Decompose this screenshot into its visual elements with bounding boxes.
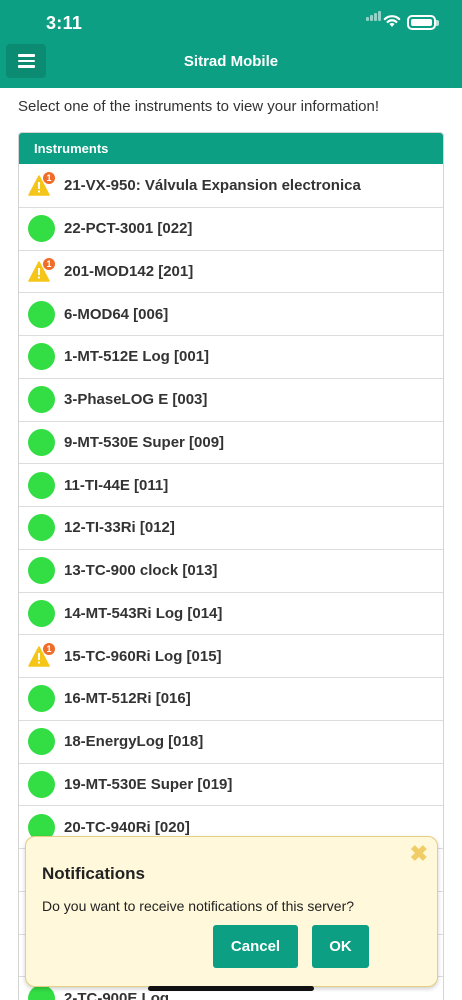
instrument-label: 21-VX-950: Válvula Expansion electronica xyxy=(64,176,361,194)
instrument-label: 14-MT-543Ri Log [014] xyxy=(64,604,223,622)
status-time: 3:11 xyxy=(46,13,83,33)
instructions-text: Select one of the instruments to view yo… xyxy=(18,98,380,115)
instrument-row[interactable]: 22-PCT-3001 [022] xyxy=(19,206,443,250)
instrument-row[interactable]: 9-MT-530E Super [009] xyxy=(19,420,443,464)
status-ok-icon xyxy=(28,428,55,456)
instrument-label: 13-TC-900 clock [013] xyxy=(64,562,218,580)
ok-button[interactable]: OK xyxy=(312,925,369,968)
notifications-dialog: ✖ Notifications Do you want to receive n… xyxy=(25,836,438,987)
instrument-row[interactable]: 14-MT-543Ri Log [014] xyxy=(19,591,443,635)
instrument-label: 11-TI-44E [011] xyxy=(64,476,169,494)
close-icon[interactable]: ✖ xyxy=(410,843,428,865)
alert-count-badge: 1 xyxy=(43,171,55,184)
instrument-row[interactable]: 3-PhaseLOG E [003] xyxy=(19,377,443,421)
instrument-label: 2-TC-900E Log xyxy=(64,989,170,1000)
status-ok-icon xyxy=(28,343,55,371)
instrument-label: 6-MOD64 [006] xyxy=(64,305,169,323)
instrument-row[interactable]: 1-MT-512E Log [001] xyxy=(19,335,443,378)
instrument-row[interactable]: 6-MOD64 [006] xyxy=(19,292,443,335)
status-ok-icon xyxy=(28,770,55,798)
status-ok-icon xyxy=(28,386,55,414)
instrument-label: 16-MT-512Ri [016] xyxy=(64,690,191,708)
status-ok-icon xyxy=(28,599,55,627)
warning-icon: 1 xyxy=(28,642,55,670)
battery-icon xyxy=(407,15,439,30)
home-indicator[interactable] xyxy=(148,986,314,991)
instrument-label: 1-MT-512E Log [001] xyxy=(64,348,210,366)
app-header: 3:11 Sitrad Mobile xyxy=(0,0,462,88)
instrument-row[interactable]: 13-TC-900 clock [013] xyxy=(19,548,443,592)
dialog-message: Do you want to receive notifications of … xyxy=(42,898,355,914)
warning-icon: 1 xyxy=(28,171,55,199)
instrument-row[interactable]: 19-MT-530E Super [019] xyxy=(19,762,443,806)
instrument-label: 19-MT-530E Super [019] xyxy=(64,775,233,793)
status-ok-icon xyxy=(28,471,55,499)
instrument-label: 12-TI-33Ri [012] xyxy=(64,519,175,537)
page-title: Sitrad Mobile xyxy=(183,53,279,70)
instrument-label: 9-MT-530E Super [009] xyxy=(64,433,225,451)
dialog-title: Notifications xyxy=(42,864,145,883)
instrument-row[interactable]: 1 15-TC-960Ri Log [015] xyxy=(19,634,443,677)
status-ok-icon xyxy=(28,728,55,756)
status-bar: 3:11 xyxy=(0,0,462,44)
instrument-label: 22-PCT-3001 [022] xyxy=(64,220,193,238)
instrument-row[interactable]: 16-MT-512Ri [016] xyxy=(19,677,443,720)
status-ok-icon xyxy=(28,215,55,243)
panel-title: Instruments xyxy=(19,133,443,164)
cancel-button[interactable]: Cancel xyxy=(213,925,298,968)
status-ok-icon xyxy=(28,685,55,713)
instrument-row[interactable]: 12-TI-33Ri [012] xyxy=(19,506,443,549)
alert-count-badge: 1 xyxy=(43,642,55,655)
instrument-row[interactable]: 18-EnergyLog [018] xyxy=(19,719,443,763)
instrument-label: 201-MOD142 [201] xyxy=(64,262,194,280)
instrument-label: 3-PhaseLOG E [003] xyxy=(64,391,208,409)
wifi-icon xyxy=(383,14,401,33)
status-ok-icon xyxy=(28,557,55,585)
instrument-row[interactable]: 11-TI-44E [011] xyxy=(19,463,443,506)
status-ok-icon xyxy=(28,514,55,542)
instrument-label: 15-TC-960Ri Log [015] xyxy=(64,647,222,665)
instrument-row[interactable]: 1 21-VX-950: Válvula Expansion electronic… xyxy=(19,164,443,207)
instrument-row[interactable]: 1 201-MOD142 [201] xyxy=(19,249,443,293)
warning-icon: 1 xyxy=(28,257,55,285)
instrument-label: 20-TC-940Ri [020] xyxy=(64,818,190,836)
alert-count-badge: 1 xyxy=(43,257,55,270)
status-ok-icon xyxy=(28,300,55,328)
instrument-label: 18-EnergyLog [018] xyxy=(64,733,204,751)
